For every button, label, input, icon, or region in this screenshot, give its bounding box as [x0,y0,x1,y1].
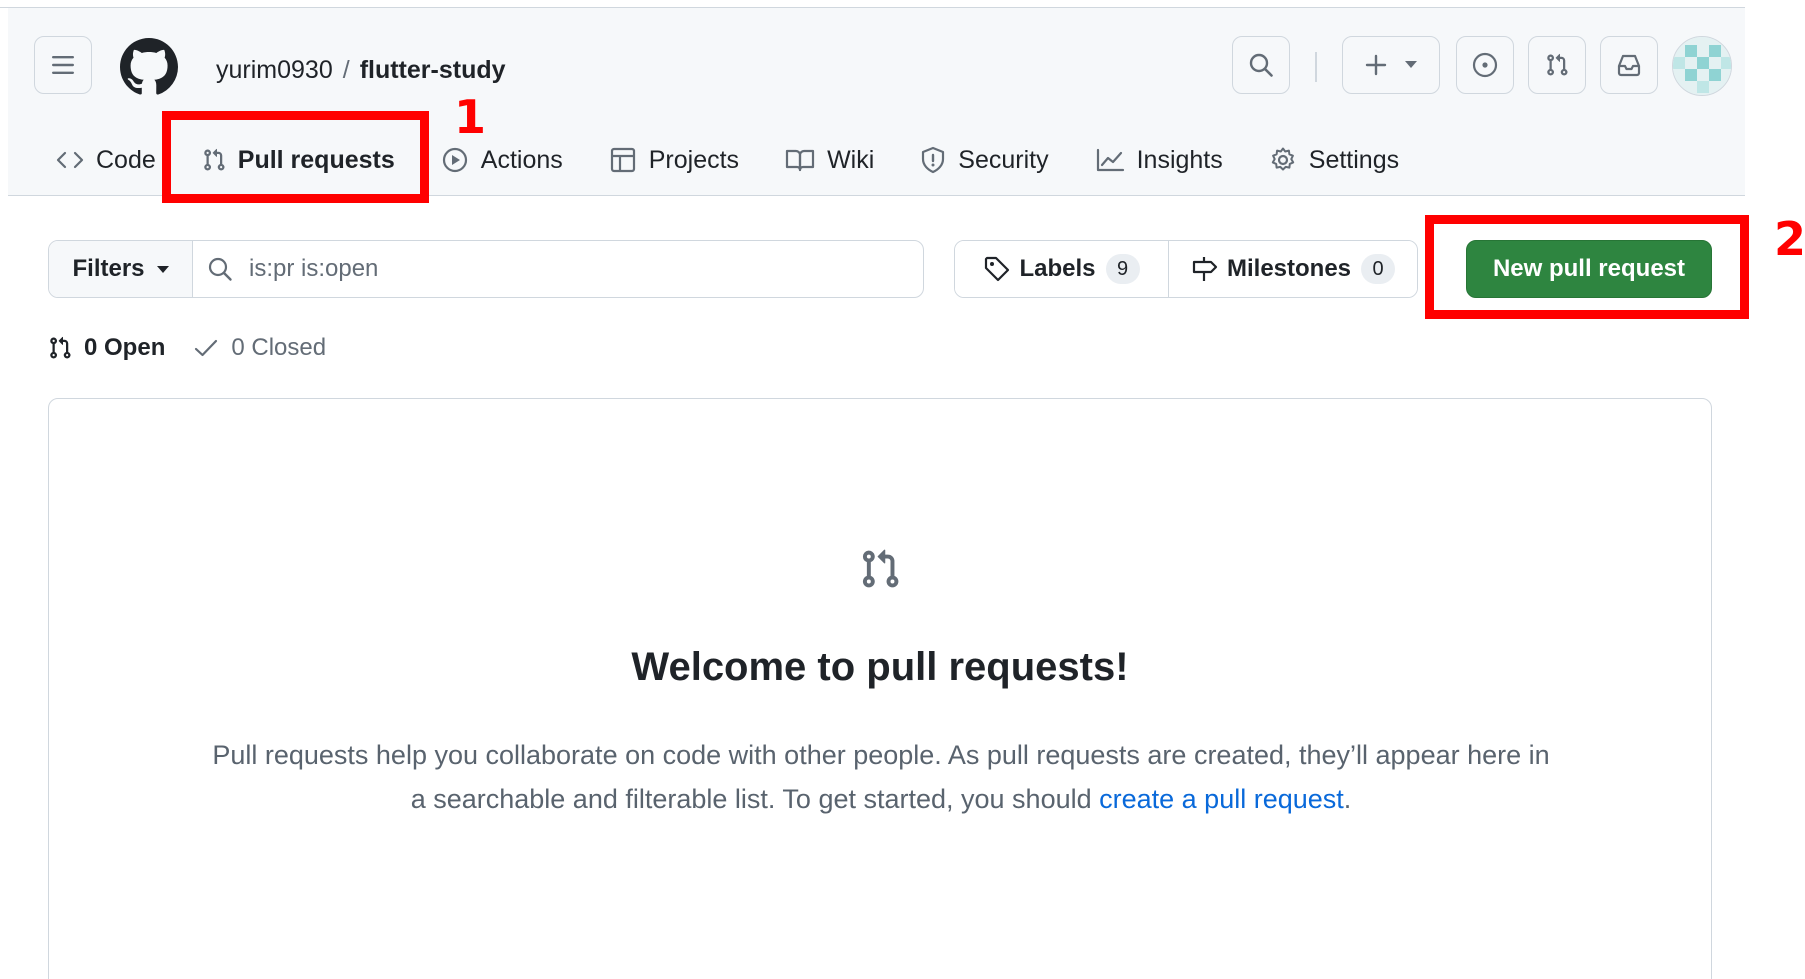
tab-security[interactable]: Security [912,132,1056,188]
tab-code[interactable]: Code [48,132,164,188]
milestones-button[interactable]: Milestones 0 [1169,241,1417,297]
header-divider [1315,52,1317,82]
shield-icon [922,146,945,174]
tab-wiki[interactable]: Wiki [777,132,882,188]
state-filter-row: 0 Open 0 Closed [48,334,326,362]
tab-insights[interactable]: Insights [1087,132,1231,188]
check-icon [195,339,218,357]
closed-filter-link[interactable]: 0 Closed [193,334,326,362]
breadcrumb-separator: / [342,56,350,84]
table-icon [610,147,635,173]
create-pull-request-link[interactable]: create a pull request [1099,784,1344,814]
milestones-label: Milestones [1226,255,1352,282]
tab-projects[interactable]: Projects [601,132,747,188]
milestone-icon [1192,257,1218,281]
triangle-down-icon [1405,61,1417,68]
tab-security-label: Security [958,145,1049,174]
labels-button[interactable]: Labels 9 [955,241,1169,297]
empty-state-title: Welcome to pull requests! [631,645,1129,689]
empty-state-panel: Welcome to pull requests! Pull requests … [48,398,1712,979]
search-input[interactable]: is:pr is:open [193,241,923,297]
milestones-count-badge: 0 [1361,254,1396,284]
git-pull-request-icon [862,549,899,588]
annotation-box-new-pull-request [1425,215,1749,319]
identicon-avatar-icon [1673,37,1731,95]
open-count-label: 0 Open [84,334,166,361]
tag-icon [985,256,1010,282]
git-pull-request-icon [1547,53,1568,76]
search-icon [1249,53,1273,77]
tab-settings-label: Settings [1308,145,1400,174]
tab-code-label: Code [96,145,156,174]
search-icon [208,257,232,281]
labels-label: Labels [1019,255,1096,282]
empty-state-description: Pull requests help you collaborate on co… [209,733,1553,821]
empty-state-text-end: . [1343,784,1352,814]
labels-count-badge: 9 [1105,254,1140,284]
issue-opened-icon [1472,52,1498,78]
user-avatar[interactable] [1672,36,1732,96]
annotation-number-2: 2 [1774,212,1805,266]
open-filter-link[interactable]: 0 Open [48,334,165,362]
triangle-down-icon [156,265,169,273]
github-logo-icon[interactable] [120,38,178,96]
plus-icon [1365,54,1387,76]
tab-actions-label: Actions [480,145,563,174]
repo-name-link[interactable]: flutter-study [360,56,506,84]
tab-settings[interactable]: Settings [1261,132,1407,188]
annotation-number-1: 1 [454,90,487,144]
code-icon [56,151,84,169]
play-icon [442,147,467,173]
labels-milestones-group: Labels 9 Milestones 0 [954,240,1418,298]
top-border [0,0,1745,8]
gear-icon [1271,147,1294,171]
search-button[interactable] [1232,36,1290,94]
filter-bar: Filters is:pr is:open [48,240,924,298]
tab-wiki-label: Wiki [827,145,875,174]
issues-button[interactable] [1456,36,1514,94]
search-input-value: is:pr is:open [249,255,379,282]
closed-count-label: 0 Closed [231,334,327,361]
git-pull-request-icon [50,336,71,359]
menu-button[interactable] [34,36,92,94]
graph-icon [1096,148,1124,172]
tab-projects-label: Projects [648,145,740,174]
pull-requests-button[interactable] [1528,36,1586,94]
inbox-button[interactable] [1600,36,1658,94]
breadcrumb: yurim0930 / flutter-study [216,56,506,85]
filters-dropdown-button[interactable]: Filters [49,241,193,297]
filters-label: Filters [72,255,145,282]
tab-insights-label: Insights [1136,145,1223,174]
repo-owner-link[interactable]: yurim0930 [216,56,333,84]
create-new-button[interactable] [1342,36,1440,94]
hamburger-icon [52,56,74,74]
inbox-icon [1617,54,1641,77]
annotation-box-pull-requests [162,111,429,203]
book-icon [785,149,815,172]
